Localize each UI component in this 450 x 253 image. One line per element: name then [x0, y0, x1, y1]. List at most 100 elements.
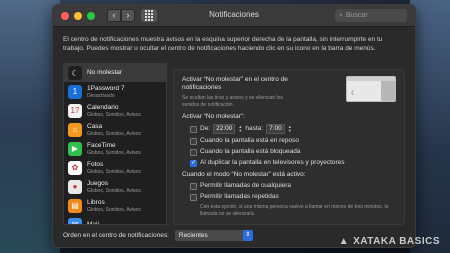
- 1password-icon: 1: [68, 84, 82, 99]
- to-time-stepper[interactable]: ▲ ▼: [288, 125, 292, 133]
- back-button[interactable]: ‹: [107, 9, 121, 22]
- repeated-calls-row: Permitir llamadas repetidas: [190, 193, 396, 201]
- from-time-stepper[interactable]: ▲ ▼: [238, 125, 242, 133]
- games-icon: ●: [68, 179, 82, 194]
- to-label: hasta:: [245, 125, 264, 132]
- app-text: Casa Globos, Sonidos, Avisos: [87, 123, 141, 137]
- dnd-note: Se ocultan las tiras y avisos y se silen…: [182, 95, 283, 108]
- mail-icon: ✉: [68, 217, 82, 224]
- order-label: Orden en el centro de notificaciones:: [63, 232, 169, 239]
- app-list-item[interactable]: 1 1Password 7 Desactivado: [64, 82, 166, 101]
- from-label: De:: [200, 125, 211, 132]
- time-row: De: 22:00 ▲ ▼ hasta: 7:00 ▲ ▼: [190, 124, 396, 134]
- chevron-updown-icon: ⇕: [242, 230, 253, 241]
- nav-buttons: ‹ ›: [107, 9, 135, 22]
- title-bar: ‹ › Notificaciones ⌕ Buscar: [53, 5, 415, 27]
- dnd-header: Activar “No molestar” en el centro de no…: [182, 76, 288, 91]
- show-all-grid-icon[interactable]: [141, 9, 157, 22]
- from-time-field[interactable]: 22:00: [213, 124, 236, 134]
- repeated-calls-checkbox[interactable]: [190, 193, 197, 201]
- moon-icon: ☾: [68, 66, 82, 80]
- dnd-panel: Activar “No molestar” en el centro de no…: [173, 63, 405, 225]
- search-placeholder: Buscar: [345, 12, 368, 19]
- app-list-item[interactable]: 17 Calendario Globos, Sonidos, Avisos: [64, 101, 166, 120]
- app-name: No molestar: [87, 69, 123, 76]
- order-select[interactable]: Recientes ⇕: [174, 230, 253, 241]
- app-subtitle: Desactivado: [87, 92, 115, 99]
- app-subtitle: Globos, Sonidos, Avisos: [87, 149, 141, 156]
- desktop-background-left: [0, 0, 60, 253]
- app-name: Mail: [87, 220, 99, 225]
- app-subtitle: Globos, Sonidos, Avisos: [87, 206, 141, 213]
- repeated-calls-label: Permitir llamadas repetidas: [200, 193, 279, 200]
- watermark: ▲ XATAKA BASICS: [339, 236, 440, 247]
- app-name: FaceTime: [87, 141, 116, 149]
- search-icon: ⌕: [339, 11, 343, 19]
- forward-button[interactable]: ›: [121, 9, 135, 22]
- time-checkbox[interactable]: [190, 125, 197, 133]
- app-text: Fotos Globos, Sonidos, Avisos: [87, 161, 141, 175]
- app-list-item[interactable]: ● Juegos Globos, Sonidos, Avisos: [64, 177, 166, 196]
- mirror-label: Al duplicar la pantalla en televisores y…: [200, 159, 345, 166]
- app-list[interactable]: ☾ No molestar 1 1Password 7 Desactivado 17 Cal…: [63, 63, 167, 225]
- locked-row: Cuando la pantalla está bloqueada: [190, 148, 396, 156]
- app-list-item[interactable]: ⌂ Casa Globos, Sonidos, Avisos: [64, 120, 166, 139]
- main-content: ☾ No molestar 1 1Password 7 Desactivado 17 Cal…: [63, 63, 405, 225]
- app-name: Libros: [87, 198, 105, 206]
- app-text: Mail: [87, 220, 99, 225]
- zoom-button[interactable]: [87, 11, 95, 20]
- locked-checkbox[interactable]: [190, 148, 197, 156]
- app-list-item[interactable]: ▤ Libros Globos, Sonidos, Avisos: [64, 196, 166, 215]
- app-name: 1Password 7: [87, 84, 125, 92]
- app-name: Juegos: [87, 179, 108, 187]
- dnd-box: Activar “No molestar” en el centro de no…: [173, 69, 405, 225]
- app-list-item[interactable]: ▶ FaceTime Globos, Sonidos, Avisos: [64, 139, 166, 158]
- dnd-preview-image: ☾: [346, 76, 396, 102]
- calls-anyone-checkbox[interactable]: [190, 182, 197, 190]
- watermark-text: XATAKA BASICS: [353, 236, 440, 247]
- watermark-logo-icon: ▲: [338, 236, 350, 247]
- when-active-header: Cuando el modo “No molestar” está activo…: [182, 171, 306, 178]
- calendar-icon: 17: [68, 103, 82, 118]
- to-time-field[interactable]: 7:00: [266, 124, 285, 134]
- window-controls: [61, 11, 95, 20]
- app-list-item[interactable]: ✉ Mail: [64, 215, 166, 225]
- mirror-row: ✓ Al duplicar la pantalla en televisores…: [190, 159, 396, 167]
- close-button[interactable]: [61, 11, 69, 20]
- photos-icon: ✿: [68, 160, 82, 175]
- books-icon: ▤: [68, 198, 82, 213]
- app-text: Libros Globos, Sonidos, Avisos: [87, 199, 141, 213]
- sleep-checkbox[interactable]: [190, 137, 197, 145]
- calls-anyone-label: Permitir llamadas de cualquiera: [200, 182, 292, 189]
- app-list-item[interactable]: ✿ Fotos Globos, Sonidos, Avisos: [64, 158, 166, 177]
- app-text: No molestar: [87, 69, 122, 77]
- facetime-icon: ▶: [68, 141, 82, 156]
- app-subtitle: Globos, Sonidos, Avisos: [87, 168, 141, 175]
- mirror-checkbox[interactable]: ✓: [190, 159, 197, 167]
- activate-dnd-header: Activar “No molestar”:: [182, 113, 245, 120]
- search-field[interactable]: ⌕ Buscar: [335, 9, 407, 22]
- locked-label: Cuando la pantalla está bloqueada: [200, 148, 301, 155]
- repeated-calls-note: Con esta opción, si una misma persona vu…: [200, 204, 389, 217]
- order-value: Recientes: [178, 232, 208, 239]
- sleep-row: Cuando la pantalla está en reposo: [190, 137, 396, 145]
- app-text: 1Password 7 Desactivado: [87, 85, 125, 99]
- calls-anyone-row: Permitir llamadas de cualquiera: [190, 182, 396, 190]
- app-text: Calendario Globos, Sonidos, Avisos: [87, 104, 141, 118]
- app-name: Fotos: [87, 160, 104, 168]
- app-subtitle: Globos, Sonidos, Avisos: [87, 111, 141, 118]
- home-icon: ⌂: [68, 122, 82, 137]
- moon-icon: ☾: [351, 91, 357, 97]
- preferences-window: ‹ › Notificaciones ⌕ Buscar El centro de…: [52, 4, 416, 248]
- app-list-item[interactable]: ☾ No molestar: [64, 64, 166, 82]
- app-subtitle: Globos, Sonidos, Avisos: [87, 187, 141, 194]
- sleep-label: Cuando la pantalla está en reposo: [200, 137, 300, 144]
- app-name: Casa: [87, 122, 103, 130]
- app-text: FaceTime Globos, Sonidos, Avisos: [87, 142, 141, 156]
- minimize-button[interactable]: [74, 11, 82, 20]
- pane-description: El centro de notificaciones muestra avis…: [63, 36, 383, 52]
- desktop-background-right: [410, 0, 450, 253]
- app-name: Calendario: [87, 103, 119, 111]
- app-text: Juegos Globos, Sonidos, Avisos: [87, 180, 141, 194]
- app-subtitle: Globos, Sonidos, Avisos: [87, 130, 141, 137]
